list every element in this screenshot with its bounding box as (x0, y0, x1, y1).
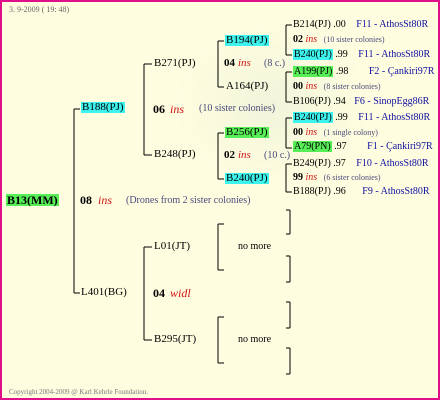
leaf-10-id[interactable]: B249(PJ) (293, 158, 331, 169)
header-date: 3. 9-2009 ( 19: 48) (9, 5, 70, 14)
b194-note: (8 c.) (264, 58, 286, 69)
leaf-6[interactable]: B106(PJ) .94 F6 - SinopEgg86R (293, 97, 429, 107)
leaf-2-note: (10 sister colonies) (323, 35, 385, 44)
root-note: (Drones from 2 sister colonies) (126, 195, 251, 206)
leaf-9[interactable]: A79(PN) .97 F1 - Çankiri97R (293, 141, 433, 152)
lower-generation: 04 (153, 286, 165, 300)
b256-queen[interactable]: B256(PJ) (225, 127, 269, 138)
leaf-8-generation: 00 (293, 127, 303, 138)
leaf-11-note: (6 sister colonies) (323, 173, 381, 182)
leaf-5-mark: ins (305, 81, 318, 92)
leaf-1-year: .00 (333, 19, 346, 30)
leaf-4-year: .98 (335, 66, 349, 77)
leaf-7-year: .99 (335, 112, 348, 123)
leaf-5-note: (8 sister colonies) (323, 82, 381, 91)
leaf-5: 00 ins (8 sister colonies) (293, 82, 381, 92)
lower-queen[interactable]: L401(BG) (81, 287, 127, 298)
leaf-2-mark: ins (305, 34, 318, 45)
leaf-6-code[interactable]: F6 - SinopEgg86R (354, 96, 429, 107)
b295-queen[interactable]: B295(JT) (154, 334, 196, 345)
b240-queen[interactable]: B240(PJ) (225, 173, 269, 184)
leaf-4-id[interactable]: A199(PJ) (293, 66, 334, 77)
leaf-6-id[interactable]: B106(PJ) (293, 96, 331, 107)
footer-copyright: Copyright 2004-2009 @ Karl Kehrle Founda… (9, 388, 149, 396)
lower-mating-mark: widl (170, 286, 191, 300)
leaf-7-id[interactable]: B240(PJ) (293, 112, 333, 123)
leaf-4[interactable]: A199(PJ) .98 F2 - Çankiri97R (293, 66, 435, 77)
b256-generation: 02 (224, 149, 235, 161)
l01-queen[interactable]: L01(JT) (154, 241, 190, 252)
root-generation: 08 (80, 193, 92, 207)
leaf-12[interactable]: B188(PJ) .96 F9 - AthosSt80R (293, 187, 430, 197)
upper-mating-mark: ins (170, 102, 185, 116)
leaf-9-year: .97 (334, 141, 347, 152)
b256-mating-mark: ins (238, 149, 251, 161)
leaf-10-year: .97 (333, 158, 346, 169)
pedigree-frame: 3. 9-2009 ( 19: 48) B13(MM) 08 ins (Dron… (0, 0, 440, 400)
leaf-7-code[interactable]: F11 - AthosSt80R (358, 112, 430, 123)
leaf-12-id[interactable]: B188(PJ) (293, 186, 331, 197)
l01-no-more: no more (238, 241, 272, 252)
leaf-9-id[interactable]: A79(PN) (293, 141, 332, 152)
leaf-11-mark: ins (305, 172, 318, 183)
leaf-2-generation: 02 (293, 34, 303, 45)
leaf-11-generation: 99 (293, 172, 303, 183)
upper-note: (10 sister colonies) (199, 103, 276, 114)
b295-no-more: no more (238, 334, 272, 345)
leaf-7[interactable]: B240(PJ) .99 F11 - AthosSt80R (293, 112, 430, 123)
leaf-1-code[interactable]: F11 - AthosSt80R (356, 19, 428, 30)
leaf-10[interactable]: B249(PJ) .97 F10 - AthosSt80R (293, 159, 429, 169)
leaf-5-generation: 00 (293, 81, 303, 92)
leaf-10-code[interactable]: F10 - AthosSt80R (356, 158, 428, 169)
b256-note: (10 c.) (264, 150, 291, 161)
upper-generation: 06 (153, 102, 165, 116)
leaf-1[interactable]: B214(PJ) .00 F11 - AthosSt80R (293, 20, 428, 30)
leaf-3-id[interactable]: B240(PJ) (293, 49, 333, 60)
leaf-3-year: .99 (335, 49, 348, 60)
leaf-12-year: .96 (333, 186, 346, 197)
leaf-8-mark: ins (305, 127, 318, 138)
leaf-6-year: .94 (333, 96, 346, 107)
leaf-8: 00 ins (1 single colony) (293, 128, 378, 138)
root-mating-mark: ins (98, 193, 113, 207)
leaf-4-code[interactable]: F2 - Çankiri97R (369, 66, 435, 77)
a164-queen[interactable]: A164(PJ) (226, 81, 268, 92)
b194-generation: 04 (224, 57, 235, 69)
b194-mating-mark: ins (238, 57, 251, 69)
b194-queen[interactable]: B194(PJ) (225, 35, 269, 46)
upper-queen[interactable]: B188(PJ) (81, 102, 125, 113)
leaf-12-code[interactable]: F9 - AthosSt80R (362, 186, 429, 197)
b271-queen[interactable]: B271(PJ) (154, 58, 196, 69)
leaf-8-note: (1 single colony) (323, 128, 378, 137)
leaf-3-code[interactable]: F11 - AthosSt80R (358, 49, 430, 60)
leaf-11: 99 ins (6 sister colonies) (293, 173, 381, 183)
leaf-3[interactable]: B240(PJ) .99 F11 - AthosSt80R (293, 49, 430, 60)
b248-queen[interactable]: B248(PJ) (154, 149, 196, 160)
leaf-2: 02 ins (10 sister colonies) (293, 35, 385, 45)
root-queen[interactable]: B13(MM) (6, 194, 59, 206)
leaf-1-id[interactable]: B214(PJ) (293, 19, 331, 30)
leaf-9-code[interactable]: F1 - Çankiri97R (367, 141, 433, 152)
